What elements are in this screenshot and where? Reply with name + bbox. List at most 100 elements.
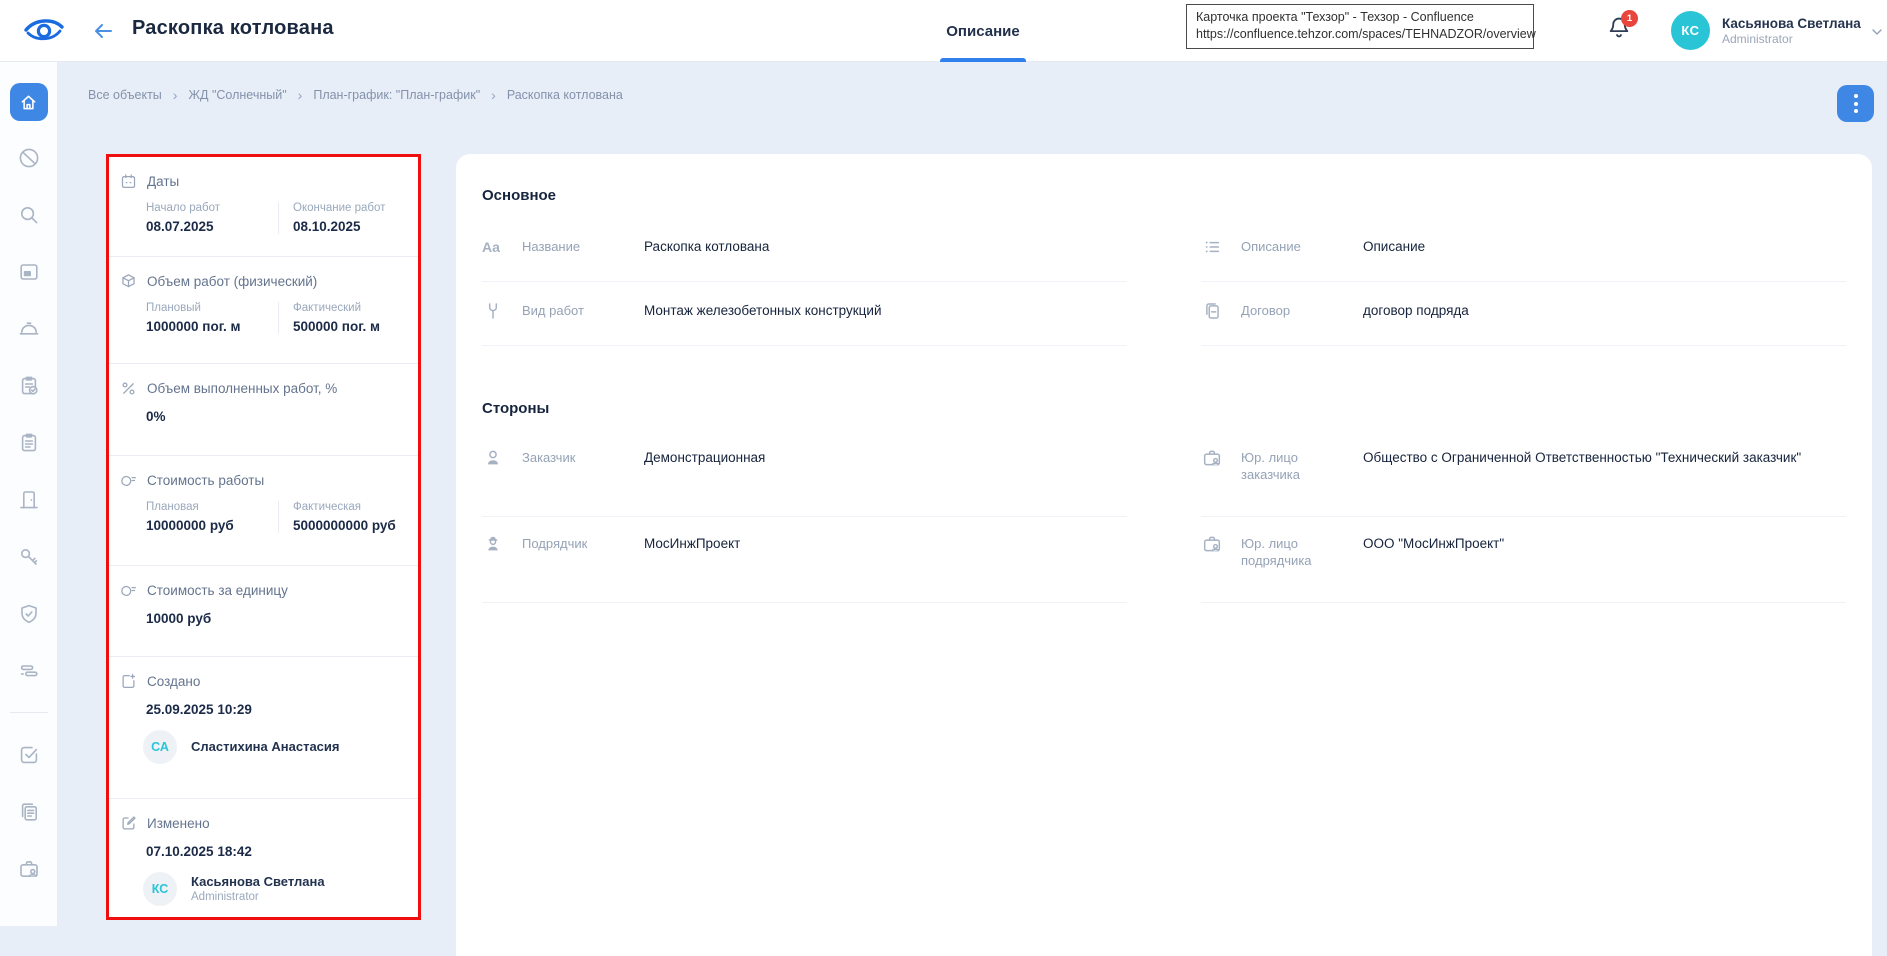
cost-icon (119, 581, 138, 600)
info-section-dates: Даты Начало работ 08.07.2025 Окончание р… (109, 157, 418, 256)
kebab-dot (1854, 94, 1858, 98)
info-section-created: Создано 25.09.2025 10:29 СА Сластихина А… (109, 656, 418, 798)
field-label: Описание (1241, 238, 1345, 255)
field-value: 10000000 руб (146, 518, 278, 533)
more-actions-button[interactable] (1837, 85, 1874, 122)
field-row-customer: Заказчик Демонстрационная (482, 431, 1127, 517)
sidebar-item-home[interactable] (10, 83, 48, 121)
breadcrumb-object[interactable]: ЖД "Солнечный" (188, 88, 286, 102)
tehzor-eye-logo-icon[interactable] (22, 16, 66, 46)
info-section-work-cost: Стоимость работы Плановая 10000000 руб Ф… (109, 455, 418, 565)
sidebar-item-schedule[interactable] (17, 659, 41, 683)
sidebar-item-tasks[interactable] (17, 743, 41, 767)
clipboard-check-icon (17, 374, 41, 398)
field-label: Вид работ (522, 302, 626, 319)
field-label: Заказчик (522, 449, 626, 466)
info-section-modified: Изменено 07.10.2025 18:42 КС Касьянова С… (109, 798, 418, 923)
field-value: ООО "МосИнжПроект" (1363, 535, 1504, 552)
info-section-title: Даты (147, 174, 179, 189)
user-name: Касьянова Светлана (191, 874, 325, 890)
back-button[interactable] (90, 19, 116, 43)
field-row-customer-legal-entity: Юр. лицо заказчика Общество с Ограниченн… (1201, 431, 1846, 517)
field-value: 5000000000 руб (293, 518, 396, 533)
shield-check-icon (17, 602, 41, 626)
field-row-description: Описание Описание (1201, 218, 1846, 282)
briefcase-user-icon (17, 857, 41, 881)
breadcrumb-current: Раскопка котлована (507, 88, 623, 102)
sidebar-item-construction[interactable] (17, 317, 41, 341)
ban-icon (17, 146, 41, 170)
sidebar-item-warranty[interactable] (17, 602, 41, 626)
sidebar-item-boards[interactable] (17, 260, 41, 284)
sidebar-item-checklists[interactable] (17, 431, 41, 455)
clipboard-icon (17, 431, 41, 455)
chevron-down-icon[interactable] (1869, 24, 1885, 40)
field-value: Общество с Ограниченной Ответственностью… (1363, 449, 1801, 466)
sidebar-item-documents[interactable] (17, 800, 41, 824)
wrench-icon (482, 300, 504, 322)
field-value: 500000 пог. м (293, 319, 380, 334)
contract-copy-icon (1201, 300, 1223, 322)
tab-description[interactable]: Описание (936, 0, 1030, 62)
column-divider (278, 202, 279, 234)
details-card: Основное Aa Название Раскопка котлована … (456, 154, 1872, 956)
file-plus-icon (119, 672, 138, 691)
section-title-main: Основное (482, 187, 1846, 204)
key-icon (17, 545, 41, 569)
tab-description-label: Описание (946, 23, 1019, 40)
user-name: Касьянова Светлана (1722, 15, 1861, 32)
calendar-icon (119, 172, 138, 191)
breadcrumb-all-objects[interactable]: Все объекты (88, 88, 162, 102)
field-value: Описание (1363, 238, 1425, 255)
user-role: Administrator (1722, 32, 1861, 47)
info-section-title: Объем выполненных работ, % (147, 381, 337, 396)
field-row-name: Aa Название Раскопка котлована (482, 218, 1127, 282)
field-value: 08.07.2025 (146, 219, 278, 234)
field-label: Подрядчик (522, 535, 626, 552)
link-preview-title: Карточка проекта "Техзор" - Техзор - Con… (1196, 9, 1524, 26)
info-section-title: Стоимость работы (147, 473, 264, 488)
breadcrumb-separator: › (173, 88, 178, 102)
sidebar-item-violations[interactable] (17, 146, 41, 170)
field-label: Название (522, 238, 626, 255)
list-icon (1201, 236, 1223, 258)
field-label: Фактическая (293, 501, 396, 513)
sidebar-item-legal-entities[interactable] (17, 857, 41, 881)
field-row-contractor-legal-entity: Юр. лицо подрядчика ООО "МосИнжПроект" (1201, 517, 1846, 603)
field-value: 1000000 пог. м (146, 319, 278, 334)
legal-entity-icon (1201, 447, 1223, 469)
user-menu[interactable]: КС Касьянова Светлана Administrator (1671, 11, 1861, 50)
parties-fields-grid: Заказчик Демонстрационная Юр. лицо заказ… (482, 431, 1846, 603)
field-value: Монтаж железобетонных конструкций (644, 302, 881, 319)
avatar: СА (143, 730, 177, 764)
field-label: Юр. лицо подрядчика (1241, 535, 1345, 569)
info-section-title: Стоимость за единицу (147, 583, 288, 598)
sidebar-item-inspections[interactable] (17, 203, 41, 227)
gantt-icon (17, 659, 41, 683)
sidebar-item-checklists-approved[interactable] (17, 374, 41, 398)
user-avatar: КС (1671, 11, 1710, 50)
breadcrumb-separator: › (491, 88, 496, 102)
home-icon (18, 92, 39, 113)
breadcrumb: Все объекты › ЖД "Солнечный" › План-граф… (88, 86, 623, 104)
field-value: 08.10.2025 (293, 219, 385, 234)
breadcrumb-schedule[interactable]: План-график: "План-график" (313, 88, 480, 102)
created-by-user: СА Сластихина Анастасия (143, 730, 406, 764)
info-section-completed-percent: Объем выполненных работ, % 0% (109, 363, 418, 455)
info-section-unit-cost: Стоимость за единицу 10000 руб (109, 565, 418, 656)
sidebar-item-rooms[interactable] (17, 488, 41, 512)
sidebar-item-access-keys[interactable] (17, 545, 41, 569)
app-sidebar (0, 62, 58, 926)
page-title: Раскопка котлована (132, 17, 334, 40)
board-icon (17, 260, 41, 284)
sidebar-divider (10, 712, 48, 713)
breadcrumb-separator: › (298, 88, 303, 102)
checkbox-check-icon (17, 743, 41, 767)
field-row-work-type: Вид работ Монтаж железобетонных конструк… (482, 282, 1127, 346)
user-name: Сластихина Анастасия (191, 739, 339, 755)
field-value: МосИнжПроект (644, 535, 740, 552)
avatar: КС (143, 872, 177, 906)
notifications-button[interactable]: 1 (1606, 13, 1640, 49)
info-section-title: Создано (147, 674, 200, 689)
search-icon (17, 203, 41, 227)
